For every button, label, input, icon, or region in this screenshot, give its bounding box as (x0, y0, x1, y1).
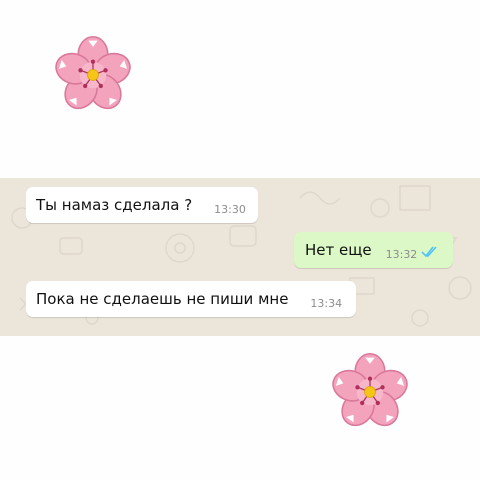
chat-screenshot: Ты намаз сделала ? 13:30 Нет еще 13:32 Пок… (0, 178, 480, 336)
message-text: Нет еще (305, 241, 372, 259)
screenshot-page: Ты намаз сделала ? 13:30 Нет еще 13:32 Пок… (0, 0, 480, 480)
message-bubble-outgoing[interactable]: Нет еще 13:32 (294, 232, 454, 268)
message-timestamp: 13:30 (214, 203, 246, 216)
message-text: Пока не сделаешь не пиши мне (36, 290, 289, 308)
cherry-blossom-icon (54, 36, 132, 114)
message-timestamp: 13:32 (385, 248, 418, 261)
double-check-read-icon (421, 246, 439, 258)
message-timestamp: 13:34 (310, 297, 343, 310)
cherry-blossom-icon (331, 353, 409, 431)
message-text: Ты намаз сделала ? (36, 196, 193, 214)
message-bubble-incoming[interactable]: Ты намаз сделала ? 13:30 (26, 187, 258, 223)
message-bubble-incoming[interactable]: Пока не сделаешь не пиши мне 13:34 (26, 281, 357, 317)
